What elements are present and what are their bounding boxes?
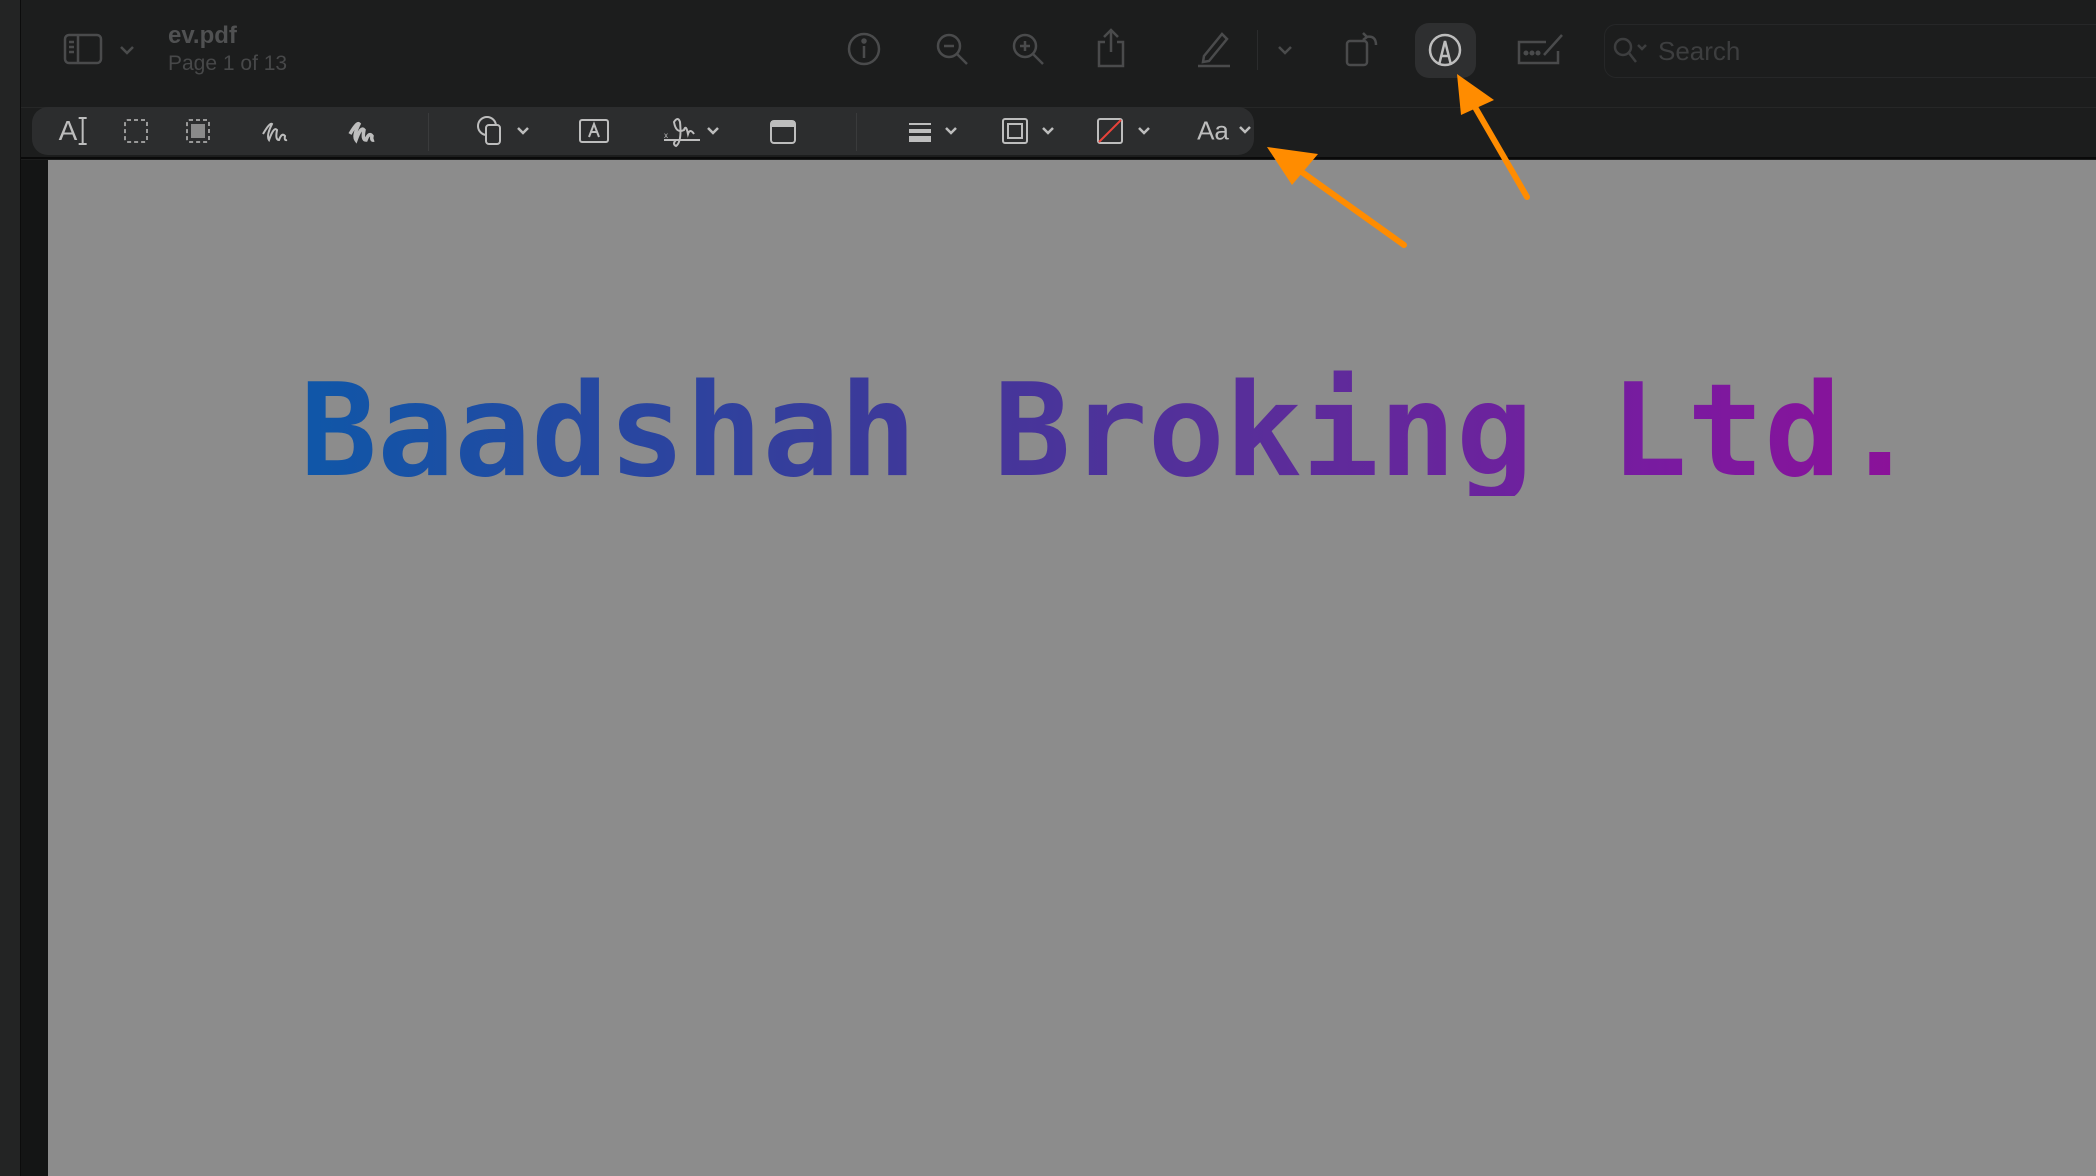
form-filling-icon[interactable]	[1516, 31, 1566, 67]
document-title: ev.pdf	[168, 22, 237, 49]
border-color-icon[interactable]	[1001, 117, 1029, 145]
text-box-icon[interactable]	[578, 118, 610, 144]
company-logo-text: Baadshah Broking Ltd.	[300, 357, 1919, 506]
window-edge	[0, 0, 21, 1176]
toolbar-separator	[856, 113, 857, 151]
page-indicator: Page 1 of 13	[168, 52, 288, 75]
rectangular-selection-icon[interactable]	[123, 118, 149, 144]
info-icon[interactable]	[846, 31, 882, 67]
text-selection-label: A	[58, 115, 78, 146]
markup-icon[interactable]	[1427, 32, 1463, 68]
shape-style-icon[interactable]	[908, 121, 932, 143]
shapes-icon[interactable]	[476, 115, 508, 147]
highlight-chevron-down-icon[interactable]	[1277, 45, 1293, 55]
pdf-page	[48, 160, 2096, 1176]
draw-icon[interactable]	[347, 116, 377, 146]
smart-lasso-icon[interactable]	[185, 118, 211, 144]
zoom-out-icon[interactable]	[934, 31, 970, 67]
border-color-chevron-down-icon[interactable]	[1041, 126, 1055, 136]
fill-color-chevron-down-icon[interactable]	[1137, 126, 1151, 136]
text-selection-tool[interactable]: A	[59, 115, 88, 147]
sidebar-chevron-down-icon[interactable]	[119, 45, 135, 55]
sidebar-gutter	[21, 160, 48, 1176]
shape-style-chevron-down-icon[interactable]	[944, 126, 958, 136]
sketch-icon[interactable]	[260, 116, 290, 146]
zoom-in-icon[interactable]	[1010, 31, 1046, 67]
shapes-chevron-down-icon[interactable]	[516, 126, 530, 136]
toolbar-separator	[1257, 30, 1258, 70]
rotate-icon[interactable]	[1344, 27, 1380, 67]
fill-color-icon[interactable]	[1096, 117, 1124, 145]
toolbar-separator	[428, 113, 429, 151]
signature-chevron-down-icon[interactable]	[706, 126, 720, 136]
search-input[interactable]: Search	[1658, 36, 1740, 67]
text-style-chevron-down-icon[interactable]	[1238, 125, 1252, 135]
sidebar-toggle-icon[interactable]	[63, 33, 103, 65]
text-style-button[interactable]: Aa	[1197, 116, 1229, 147]
signature-icon[interactable]: x	[662, 114, 702, 148]
search-icon[interactable]	[1612, 36, 1648, 66]
highlight-pen-icon[interactable]	[1196, 28, 1232, 68]
svg-text:x: x	[664, 131, 668, 140]
markup-toolbar	[32, 107, 1254, 155]
note-icon[interactable]	[769, 119, 797, 145]
share-icon[interactable]	[1095, 28, 1127, 68]
